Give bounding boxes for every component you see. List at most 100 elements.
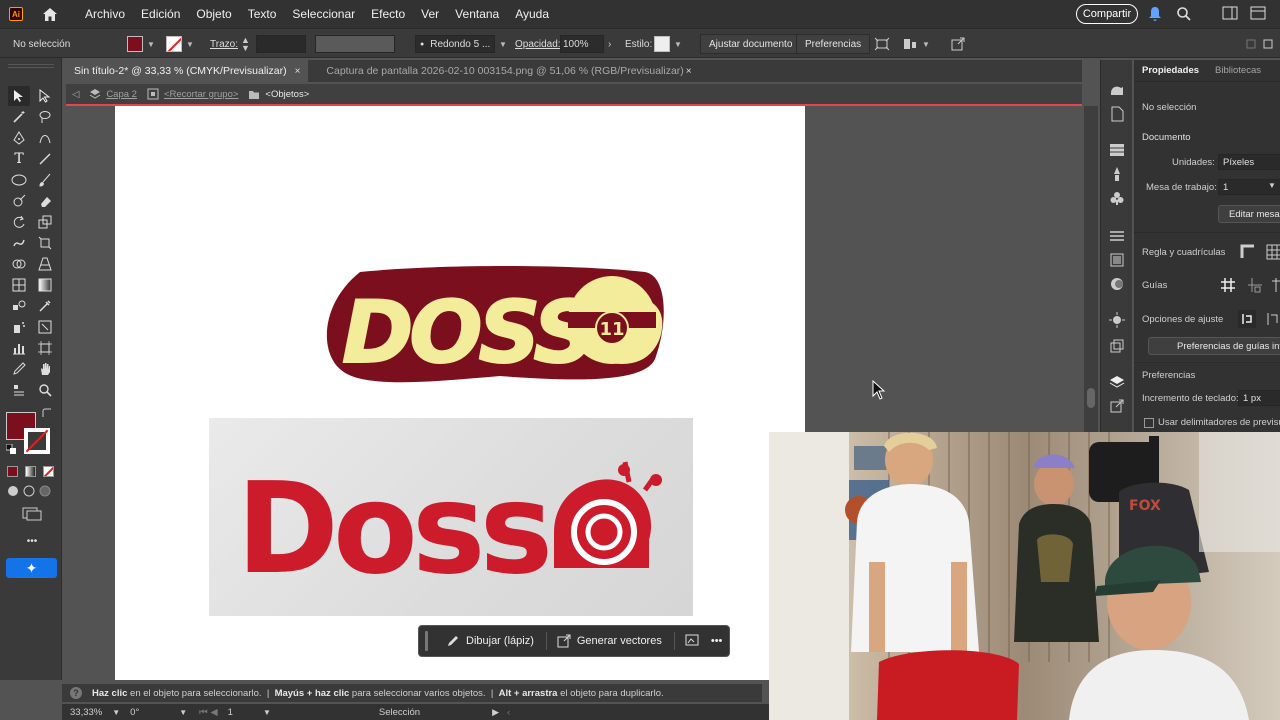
menu-lines-icon[interactable]	[1109, 228, 1125, 244]
close-icon[interactable]: ×	[686, 66, 692, 77]
symbols-icon[interactable]	[1109, 190, 1125, 206]
first-artboard-icon[interactable]: ⏮ ◀	[199, 707, 218, 718]
draw-pencil-button[interactable]: Dibujar (lápiz)	[446, 634, 534, 648]
close-icon[interactable]: ×	[295, 66, 301, 77]
mesh-tool-icon[interactable]	[8, 275, 30, 295]
gradient-tool-icon[interactable]	[34, 275, 56, 295]
chevron-left-icon[interactable]: ‹	[507, 707, 510, 718]
menu-texto[interactable]: Texto	[240, 0, 285, 28]
brushes-icon[interactable]	[1109, 166, 1125, 182]
chevron-down-icon[interactable]: ▼	[674, 40, 682, 49]
artboard-tool-icon[interactable]	[34, 338, 56, 358]
transparency-icon[interactable]	[1109, 276, 1125, 292]
scroll-thumb[interactable]	[1087, 388, 1095, 408]
slice-tool-icon[interactable]	[34, 317, 56, 337]
grid-icon[interactable]	[1266, 244, 1280, 263]
zoom-tool-icon[interactable]	[34, 380, 56, 400]
drag-handle[interactable]	[425, 631, 428, 651]
chevron-down-icon[interactable]: ▼	[147, 40, 155, 49]
export-asset-icon[interactable]	[1109, 398, 1125, 414]
rotation-value[interactable]: 0°	[130, 707, 139, 718]
export-icon[interactable]	[950, 29, 966, 59]
layers-panel-icon[interactable]	[1109, 374, 1125, 390]
paintbrush-icon[interactable]	[34, 170, 56, 190]
hand-tool-icon[interactable]	[34, 359, 56, 379]
generate-vectors-button[interactable]: Generar vectores	[557, 634, 662, 648]
chevron-down-icon[interactable]: ▼	[499, 40, 507, 49]
fill-control[interactable]: ▼	[127, 29, 155, 59]
snap-to-glyph-icon[interactable]	[1265, 311, 1279, 330]
line-tool-icon[interactable]	[34, 149, 56, 169]
checkbox-icon[interactable]	[1144, 417, 1154, 428]
stroke-color-swatch[interactable]	[24, 428, 50, 454]
smart-guides-icon[interactable]	[1247, 277, 1263, 296]
pixel-grid-icon[interactable]	[1271, 277, 1280, 296]
chevron-right-icon[interactable]: ›	[608, 39, 611, 50]
menu-ventana[interactable]: Ventana	[447, 0, 507, 28]
gradient-mode-icon[interactable]	[25, 466, 36, 477]
layers-tool-icon[interactable]	[8, 380, 30, 400]
menu-efecto[interactable]: Efecto	[363, 0, 413, 28]
graphic-styles-icon[interactable]	[1109, 338, 1125, 354]
artboard-number[interactable]: 1	[228, 707, 233, 718]
chevron-down-icon[interactable]: ▼	[1268, 181, 1276, 190]
more-options-icon[interactable]: •••	[711, 635, 723, 647]
zoom-level[interactable]: 33,33%	[70, 707, 102, 718]
back-arrow-icon[interactable]: ◁	[72, 89, 79, 100]
menu-ayuda[interactable]: Ayuda	[507, 0, 557, 28]
appearance-icon[interactable]	[1109, 312, 1125, 328]
chevron-down-icon[interactable]: ▼	[263, 708, 271, 717]
bell-icon[interactable]	[1148, 6, 1164, 22]
dosso-logo-vector[interactable]: DOSSO 11	[320, 264, 665, 389]
direct-selection-tool-icon[interactable]	[34, 86, 56, 106]
ellipse-tool-icon[interactable]	[8, 170, 30, 190]
units-dropdown[interactable]: Píxeles	[1218, 154, 1280, 170]
style-control[interactable]: ▼	[654, 29, 682, 59]
chevron-down-icon[interactable]: ▼	[179, 708, 187, 717]
transform-icon[interactable]	[874, 29, 890, 59]
variable-width-profile[interactable]	[315, 29, 395, 59]
panel-grip[interactable]	[8, 64, 54, 68]
pen-tool-icon[interactable]	[8, 128, 30, 148]
magic-wand-icon[interactable]	[8, 107, 30, 127]
search-icon[interactable]	[1176, 6, 1192, 22]
tab-properties[interactable]: Propiedades	[1134, 65, 1207, 76]
default-colors-icon[interactable]	[4, 442, 18, 456]
shaper-tool-icon[interactable]	[8, 191, 30, 211]
tab-libraries[interactable]: Bibliotecas	[1207, 65, 1269, 76]
style-swatch[interactable]	[654, 36, 670, 52]
reference-image[interactable]: Doss	[209, 418, 693, 616]
shape-builder-icon[interactable]	[8, 254, 30, 274]
menu-archivo[interactable]: Archivo	[77, 0, 133, 28]
stepper-arrows-icon[interactable]: ▲ ▼	[241, 36, 250, 53]
perspective-grid-icon[interactable]	[34, 254, 56, 274]
color-mode-icon[interactable]	[7, 466, 18, 477]
stroke-swatch[interactable]	[166, 36, 182, 52]
stroke-weight-stepper[interactable]: ▲ ▼	[241, 29, 306, 59]
image-options-icon[interactable]	[685, 633, 699, 650]
align-icon[interactable]: ▼	[902, 29, 930, 59]
tab-document-1[interactable]: Sin título-2* @ 33,33 % (CMYK/Previsuali…	[66, 60, 309, 82]
blend-tool-icon[interactable]	[8, 296, 30, 316]
opacity-field[interactable]: 100% ›	[560, 29, 611, 59]
rotate-tool-icon[interactable]	[8, 212, 30, 232]
snap-to-point-icon[interactable]	[1238, 310, 1256, 331]
preview-bounds-checkbox[interactable]: Usar delimitadores de previsual	[1144, 417, 1280, 428]
menu-objeto[interactable]: Objeto	[188, 0, 239, 28]
document-icon[interactable]	[1109, 106, 1125, 122]
screen-mode-icon[interactable]	[20, 506, 44, 522]
warp-tool-icon[interactable]	[8, 233, 30, 253]
menu-edicion[interactable]: Edición	[133, 0, 188, 28]
stroke-weight-field[interactable]	[255, 35, 306, 53]
libraries-icon[interactable]	[1109, 82, 1125, 98]
workspace-icon[interactable]	[1222, 6, 1238, 22]
type-tool-icon[interactable]: T	[8, 149, 30, 169]
scale-tool-icon[interactable]	[34, 212, 56, 232]
chevron-down-icon[interactable]: ▼	[186, 40, 194, 49]
column-graph-icon[interactable]	[8, 338, 30, 358]
free-transform-icon[interactable]	[34, 233, 56, 253]
pencil-icon[interactable]	[8, 359, 30, 379]
keyboard-increment-field[interactable]: 1 px	[1238, 390, 1280, 406]
menu-seleccionar[interactable]: Seleccionar	[284, 0, 363, 28]
generative-ai-icon[interactable]: ✦	[6, 558, 57, 578]
